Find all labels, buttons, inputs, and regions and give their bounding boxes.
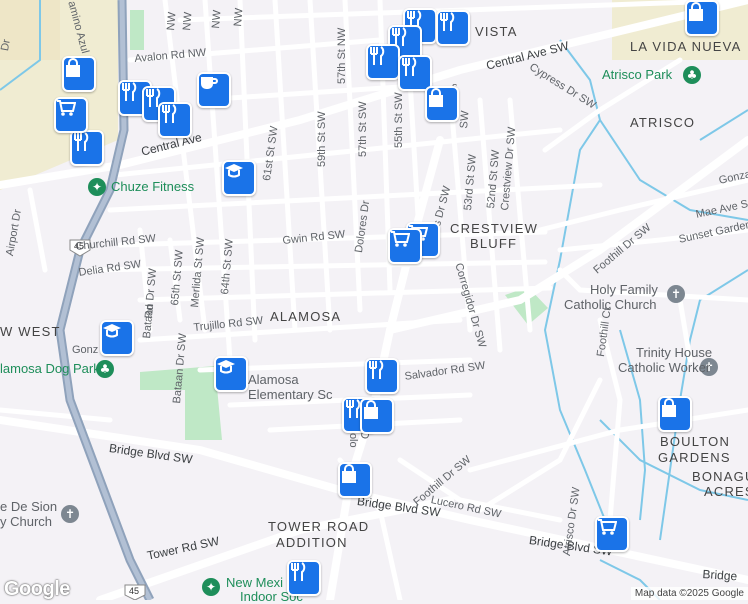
place-holy-family-2[interactable]: Catholic Church: [564, 298, 657, 311]
street-gonz: Gonz: [72, 344, 99, 356]
marker-restaurant-8[interactable]: [158, 102, 192, 138]
neighborhood-bluff: BLUFF: [470, 236, 518, 251]
park-icon-atrisco[interactable]: ♣: [683, 66, 701, 84]
marker-grocery-3[interactable]: [388, 228, 422, 264]
place-trinity-house-1[interactable]: Trinity House: [636, 346, 712, 359]
marker-restaurant-5[interactable]: [398, 55, 432, 91]
marker-grocery-1[interactable]: [54, 97, 88, 133]
marker-restaurant-2[interactable]: [436, 10, 470, 46]
place-chuze-fitness[interactable]: Chuze Fitness: [111, 180, 194, 193]
marker-shopping-3[interactable]: [685, 0, 719, 36]
place-alamosa-elementary-1[interactable]: Alamosa: [248, 373, 299, 386]
street-57th-nw: 57th St NW: [336, 27, 348, 84]
place-atrisco-park[interactable]: Atrisco Park: [602, 68, 672, 81]
neighborhood-vista: VISTA: [475, 24, 518, 39]
marker-shopping-4[interactable]: [658, 396, 692, 432]
marker-cafe-1[interactable]: [197, 72, 231, 108]
map-attribution[interactable]: Map data ©2025 Google: [630, 587, 748, 600]
neighborhood-la-vida-nueva: LA VIDA NUEVA: [630, 39, 742, 54]
street-nw-2: NW: [181, 11, 195, 31]
church-icon-de-sion[interactable]: ✝: [61, 505, 79, 523]
sports-icon-new-mexico[interactable]: ✦: [202, 578, 220, 596]
street-59th-sw: 59th St SW: [316, 111, 328, 167]
street-57th-sw: 57th St SW: [357, 101, 369, 157]
place-alamosa-elementary-2[interactable]: Elementary Sc: [248, 388, 333, 401]
neighborhood-alamosa: ALAMOSA: [270, 309, 342, 324]
fitness-icon[interactable]: ✦: [88, 178, 106, 196]
neighborhood-addition: ADDITION: [276, 535, 348, 550]
route-45-label-south: 45: [129, 586, 140, 596]
marker-school-1[interactable]: [222, 160, 256, 196]
place-holy-family-1[interactable]: Holy Family: [590, 283, 658, 296]
neighborhood-crestview: CRESTVIEW: [450, 221, 539, 236]
street-dr-top: Dr: [0, 38, 13, 52]
marker-restaurant-9[interactable]: [70, 130, 104, 166]
marker-restaurant-10[interactable]: [365, 358, 399, 394]
neighborhood-atrisco: ATRISCO: [630, 115, 696, 130]
marker-grocery-4[interactable]: [595, 516, 629, 552]
google-logo: Google: [4, 578, 70, 600]
place-trinity-house-2[interactable]: Catholic Worker: [618, 361, 710, 374]
neighborhood-boulton: BOULTON: [660, 434, 731, 449]
marker-shopping-2[interactable]: [425, 86, 459, 122]
marker-school-2[interactable]: [100, 320, 134, 356]
neighborhood-west: W WEST: [0, 324, 61, 339]
map-canvas[interactable]: 45 45 VISTA LA VIDA NUEVA ATRISCO CRESTV…: [0, 0, 748, 603]
street-rd: Rd: [143, 303, 157, 319]
street-nw-4: NW: [232, 7, 246, 27]
marker-shopping-5[interactable]: [360, 398, 394, 434]
marker-shopping-1[interactable]: [62, 56, 96, 92]
church-icon-holy-family[interactable]: ✝: [667, 285, 685, 303]
neighborhood-bonagu: BONAGU: [692, 469, 748, 484]
street-bridge-blvd-4: Bridge: [702, 567, 738, 584]
marker-shopping-6[interactable]: [338, 462, 372, 498]
place-alamosa-dog-park[interactable]: lamosa Dog Park: [0, 362, 100, 375]
neighborhood-acres: ACRES: [704, 484, 748, 499]
neighborhood-gardens: GARDENS: [658, 450, 731, 465]
marker-school-3[interactable]: [214, 356, 248, 392]
neighborhood-tower-road: TOWER ROAD: [268, 519, 370, 534]
street-55th-sw: 55th St SW: [393, 92, 405, 148]
place-de-sion-1[interactable]: e De Sion: [0, 500, 57, 513]
street-nw-3: NW: [210, 9, 224, 29]
marker-restaurant-12[interactable]: [287, 560, 321, 596]
place-new-mexico-1[interactable]: New Mexi: [226, 576, 283, 589]
place-de-sion-2[interactable]: y Church: [0, 515, 52, 528]
street-nw-1: NW: [165, 11, 179, 31]
street-s-sw: SW: [458, 110, 472, 129]
marker-restaurant-4[interactable]: [366, 44, 400, 80]
